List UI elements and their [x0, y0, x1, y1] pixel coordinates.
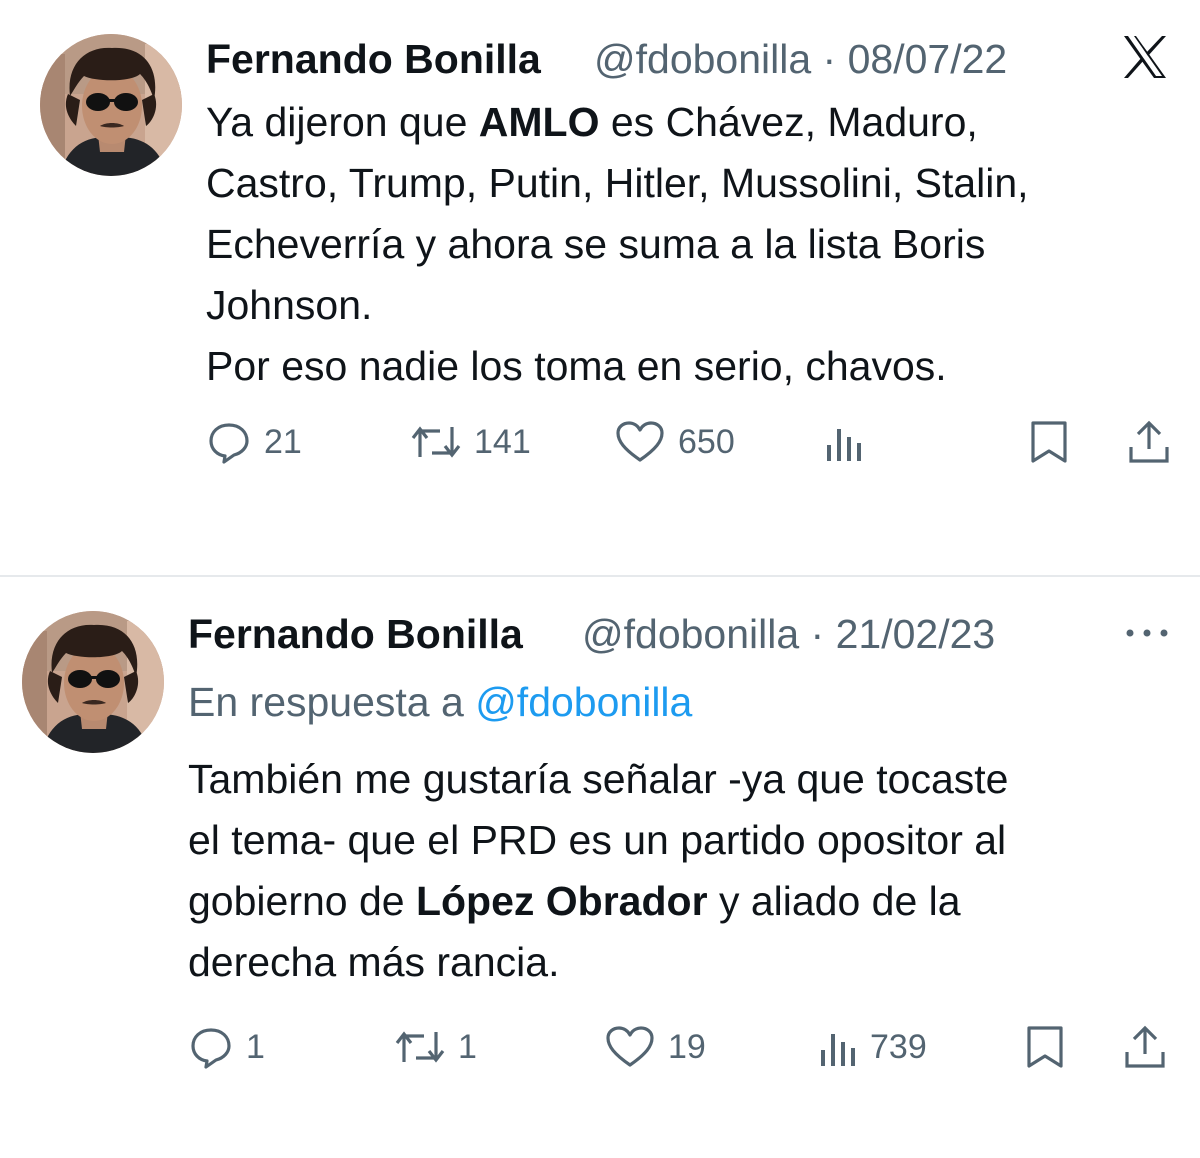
like-button[interactable]: 650 [614, 418, 735, 466]
heart-icon [604, 1024, 656, 1070]
tweet-line: Castro, Trump, Putin, Hitler, Mussolini,… [206, 160, 1029, 206]
replying-to-label: En respuesta a [188, 679, 476, 725]
more-options-icon[interactable] [1124, 625, 1170, 641]
tweet-line: También me gustaría señalar -ya que toca… [188, 756, 1009, 802]
share-button[interactable] [1122, 1023, 1168, 1071]
reply-icon [188, 1024, 234, 1070]
views-button[interactable] [824, 418, 876, 466]
retweet-button[interactable]: 141 [410, 418, 531, 466]
handle-and-date[interactable]: @fdobonilla · 08/07/22 [594, 36, 1007, 83]
reply-count: 21 [264, 422, 302, 461]
tweet-line: Echeverría y ahora se suma a la lista Bo… [206, 221, 986, 267]
handle-and-date[interactable]: @fdobonilla · 21/02/23 [582, 611, 995, 658]
share-button[interactable] [1126, 418, 1172, 466]
analytics-icon [824, 419, 864, 465]
tweet-card[interactable]: Fernando Bonilla @fdobonilla · 21/02/23 … [0, 577, 1200, 1158]
share-icon [1126, 419, 1172, 465]
views-count: 739 [870, 1027, 927, 1066]
share-icon [1122, 1024, 1168, 1070]
tweet-line: derecha más rancia. [188, 939, 560, 985]
like-count: 650 [678, 422, 735, 461]
bookmark-button[interactable] [1028, 418, 1070, 466]
tweet-line: gobierno de López Obrador y aliado de la [188, 878, 961, 924]
bookmark-button[interactable] [1024, 1023, 1066, 1071]
avatar[interactable] [22, 611, 164, 753]
tweet-line: Por eso nadie los toma en serio, chavos. [206, 343, 947, 389]
heart-icon [614, 419, 666, 465]
like-button[interactable]: 19 [604, 1023, 706, 1071]
tweet-card[interactable]: Fernando Bonilla @fdobonilla · 08/07/22 … [0, 0, 1200, 575]
x-logo-icon [1120, 34, 1170, 80]
tweet-line: el tema- que el PRD es un partido oposit… [188, 817, 1007, 863]
retweet-button[interactable]: 1 [394, 1023, 477, 1071]
author-name[interactable]: Fernando Bonilla [188, 611, 523, 658]
bookmark-icon [1024, 1024, 1066, 1070]
reply-icon [206, 419, 252, 465]
author-name[interactable]: Fernando Bonilla [206, 36, 541, 83]
analytics-icon [818, 1024, 858, 1070]
reply-count: 1 [246, 1027, 265, 1066]
retweet-icon [410, 419, 462, 465]
tweet-line: Ya dijeron que AMLO es Chávez, Maduro, [206, 99, 978, 145]
views-button[interactable]: 739 [818, 1023, 927, 1071]
reply-button[interactable]: 21 [206, 418, 302, 466]
retweet-count: 141 [474, 422, 531, 461]
retweet-icon [394, 1024, 446, 1070]
tweet-body: Ya dijeron que AMLO es Chávez, Maduro, C… [206, 92, 1029, 397]
retweet-count: 1 [458, 1027, 477, 1066]
reply-button[interactable]: 1 [188, 1023, 265, 1071]
reply-mention-link[interactable]: @fdobonilla [475, 679, 692, 725]
tweet-line: Johnson. [206, 282, 373, 328]
bookmark-icon [1028, 419, 1070, 465]
avatar[interactable] [40, 34, 182, 176]
bold-mention: López Obrador [415, 878, 708, 924]
like-count: 19 [668, 1027, 706, 1066]
tweet-body: También me gustaría señalar -ya que toca… [188, 749, 1008, 993]
bold-mention: AMLO [478, 99, 600, 145]
replying-to: En respuesta a @fdobonilla [188, 679, 692, 726]
